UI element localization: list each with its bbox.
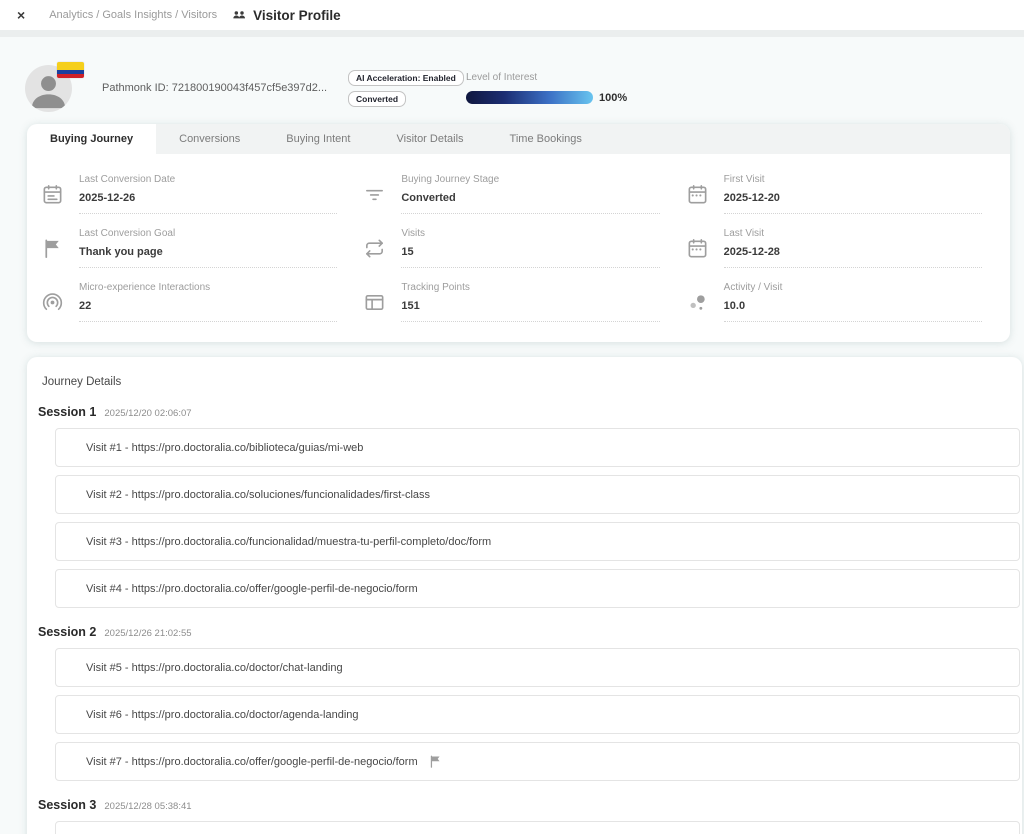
- topbar: × Analytics / Goals Insights / Visitors …: [0, 0, 1024, 30]
- calendar-icon: [686, 237, 709, 260]
- session-name: Session 2: [38, 625, 96, 639]
- field-label: First Visit: [724, 174, 982, 185]
- goal-flag-icon: [428, 754, 443, 769]
- field-value: 10.0: [724, 300, 982, 321]
- visit-row[interactable]: Visit #5 - https://pro.doctoralia.co/doc…: [55, 648, 1020, 687]
- tabbar: Buying Journey Conversions Buying Intent…: [27, 124, 1010, 154]
- field-activity-per-visit: Activity / Visit 10.0: [686, 268, 982, 322]
- field-last-visit: Last Visit 2025-12-28: [686, 214, 982, 268]
- field-buying-journey-stage: Buying Journey Stage Converted: [363, 160, 659, 214]
- field-label: Visits: [401, 228, 659, 239]
- field-label: Buying Journey Stage: [401, 174, 659, 185]
- session-timestamp: 2025/12/28 05:38:41: [104, 801, 191, 812]
- field-value: 2025-12-20: [724, 192, 982, 213]
- visit-row[interactable]: Visit #2 - https://pro.doctoralia.co/sol…: [55, 475, 1020, 514]
- ai-acceleration-badge: AI Acceleration: Enabled: [348, 70, 464, 86]
- filter-icon: [363, 183, 386, 206]
- session-header: Session 3 2025/12/28 05:38:41: [38, 798, 1022, 812]
- visitor-profile-screen: × Analytics / Goals Insights / Visitors …: [0, 0, 1024, 834]
- session-name: Session 3: [38, 798, 96, 812]
- pathmonk-id: Pathmonk ID: 721800190043f457cf5e397d2..…: [102, 82, 330, 94]
- status-badges: AI Acceleration: Enabled Converted: [348, 70, 440, 107]
- window-icon: [363, 291, 386, 314]
- visit-row[interactable]: Visit #6 - https://pro.doctoralia.co/doc…: [55, 695, 1020, 734]
- field-micro-experience-interactions: Micro-experience Interactions 22: [41, 268, 337, 322]
- field-last-conversion-goal: Last Conversion Goal Thank you page: [41, 214, 337, 268]
- field-label: Last Visit: [724, 228, 982, 239]
- journey-details-title: Journey Details: [42, 376, 1022, 388]
- visitors-group-icon: [231, 7, 247, 23]
- session-header: Session 1 2025/12/20 02:06:07: [38, 405, 1022, 419]
- visit-row[interactable]: Visit #8 - https://pro.doctoralia.co/pro…: [55, 821, 1020, 834]
- session-header: Session 2 2025/12/26 21:02:55: [38, 625, 1022, 639]
- session-name: Session 1: [38, 405, 96, 419]
- level-of-interest: Level of Interest 100%: [466, 72, 627, 104]
- tab-buying-intent[interactable]: Buying Intent: [263, 124, 373, 154]
- dots-icon: [686, 291, 709, 314]
- avatar: [25, 65, 72, 112]
- field-value: 2025-12-26: [79, 192, 337, 213]
- visit-row[interactable]: Visit #1 - https://pro.doctoralia.co/bib…: [55, 428, 1020, 467]
- session-timestamp: 2025/12/26 21:02:55: [104, 628, 191, 639]
- interest-label: Level of Interest: [466, 72, 627, 83]
- visit-url: Visit #3 - https://pro.doctoralia.co/fun…: [86, 536, 491, 548]
- visit-row[interactable]: Visit #4 - https://pro.doctoralia.co/off…: [55, 569, 1020, 608]
- tab-buying-journey[interactable]: Buying Journey: [27, 124, 156, 154]
- field-value: 22: [79, 300, 337, 321]
- visit-url: Visit #4 - https://pro.doctoralia.co/off…: [86, 583, 418, 595]
- field-label: Last Conversion Goal: [79, 228, 337, 239]
- field-label: Micro-experience Interactions: [79, 282, 337, 293]
- visit-url: Visit #6 - https://pro.doctoralia.co/doc…: [86, 709, 359, 721]
- visit-url: Visit #2 - https://pro.doctoralia.co/sol…: [86, 489, 430, 501]
- field-tracking-points: Tracking Points 151: [363, 268, 659, 322]
- field-value: 15: [401, 246, 659, 267]
- visit-url: Visit #7 - https://pro.doctoralia.co/off…: [86, 756, 418, 768]
- field-visits: Visits 15: [363, 214, 659, 268]
- fields-grid: Last Conversion Date 2025-12-26 Buying J…: [27, 154, 1010, 342]
- field-label: Last Conversion Date: [79, 174, 337, 185]
- radar-icon: [41, 291, 64, 314]
- journey-details-card: Journey Details Session 1 2025/12/20 02:…: [27, 357, 1022, 834]
- page-title: Visitor Profile: [253, 8, 341, 23]
- field-label: Activity / Visit: [724, 282, 982, 293]
- visit-url: Visit #5 - https://pro.doctoralia.co/doc…: [86, 662, 343, 674]
- tab-time-bookings[interactable]: Time Bookings: [487, 124, 605, 154]
- field-value: 151: [401, 300, 659, 321]
- repeat-icon: [363, 237, 386, 260]
- close-icon[interactable]: ×: [17, 8, 25, 22]
- tab-visitor-details[interactable]: Visitor Details: [373, 124, 486, 154]
- calendar-icon: [686, 183, 709, 206]
- summary-card: Buying Journey Conversions Buying Intent…: [27, 124, 1010, 342]
- interest-progress-bar: [466, 91, 593, 104]
- topbar-divider: [0, 30, 1024, 37]
- visit-row[interactable]: Visit #3 - https://pro.doctoralia.co/fun…: [55, 522, 1020, 561]
- colombia-flag-icon: [57, 62, 84, 78]
- visit-url: Visit #1 - https://pro.doctoralia.co/bib…: [86, 442, 363, 454]
- tab-conversions[interactable]: Conversions: [156, 124, 263, 154]
- flag-icon: [41, 237, 64, 260]
- visit-row[interactable]: Visit #7 - https://pro.doctoralia.co/off…: [55, 742, 1020, 781]
- field-last-conversion-date: Last Conversion Date 2025-12-26: [41, 160, 337, 214]
- converted-badge: Converted: [348, 91, 406, 107]
- calendar-icon: [41, 183, 64, 206]
- session-timestamp: 2025/12/20 02:06:07: [104, 408, 191, 419]
- field-label: Tracking Points: [401, 282, 659, 293]
- breadcrumb[interactable]: Analytics / Goals Insights / Visitors: [49, 9, 217, 21]
- field-first-visit: First Visit 2025-12-20: [686, 160, 982, 214]
- field-value: Converted: [401, 192, 659, 213]
- field-value: 2025-12-28: [724, 246, 982, 267]
- interest-percent: 100%: [599, 92, 627, 104]
- profile-header: Pathmonk ID: 721800190043f457cf5e397d2..…: [25, 58, 1024, 118]
- field-value: Thank you page: [79, 246, 337, 267]
